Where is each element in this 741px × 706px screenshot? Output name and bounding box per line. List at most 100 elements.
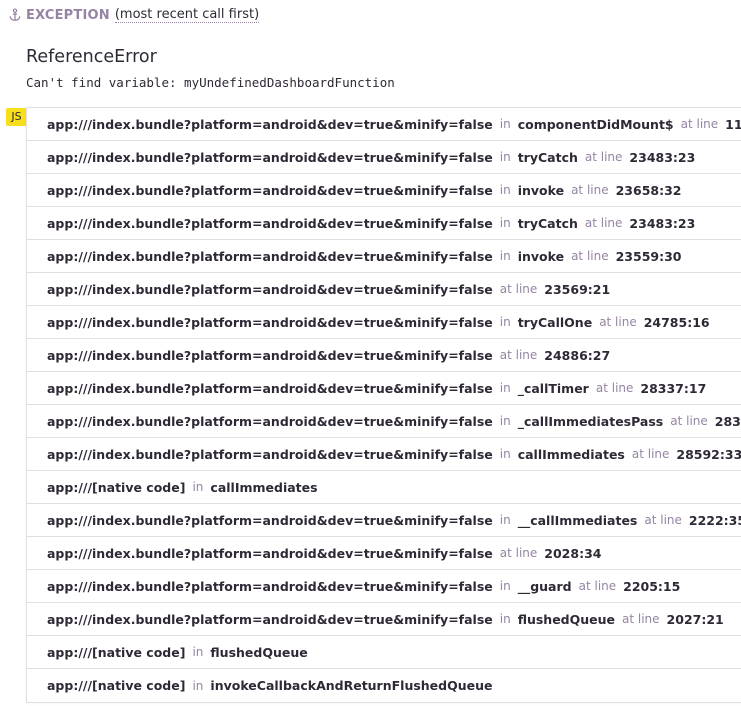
frame-function: callImmediates bbox=[517, 446, 625, 462]
frame-filename: app:///index.bundle?platform=android&dev… bbox=[47, 347, 493, 363]
frame-line-number: 23483:23 bbox=[629, 149, 696, 165]
frame-line-number: 28373:19 bbox=[714, 413, 741, 429]
frame-function: __callImmediates bbox=[517, 512, 638, 528]
error-message: Can't find variable: myUndefinedDashboar… bbox=[26, 75, 395, 90]
frame-filename: app:///[native code] bbox=[47, 479, 186, 495]
stack-frame-row[interactable]: app:///index.bundle?platform=android&dev… bbox=[27, 306, 741, 339]
frame-in-keyword: in bbox=[499, 249, 511, 263]
frame-filename: app:///index.bundle?platform=android&dev… bbox=[47, 380, 493, 396]
frame-line-number: 28337:17 bbox=[640, 380, 707, 396]
frame-filename: app:///index.bundle?platform=android&dev… bbox=[47, 446, 493, 462]
frame-at-line-keyword: at line bbox=[622, 612, 660, 626]
stack-order-toggle[interactable]: (most recent call first) bbox=[114, 7, 260, 23]
frame-in-keyword: in bbox=[499, 612, 511, 626]
frame-at-line-keyword: at line bbox=[499, 282, 538, 296]
frame-function: flushedQueue bbox=[517, 611, 616, 627]
frame-filename: app:///index.bundle?platform=android&dev… bbox=[47, 116, 493, 132]
frame-at-line-keyword: at line bbox=[680, 117, 719, 131]
frame-function: tryCallOne bbox=[517, 314, 593, 330]
frame-filename: app:///index.bundle?platform=android&dev… bbox=[47, 512, 493, 528]
frame-function: invoke bbox=[517, 248, 565, 264]
frame-in-keyword: in bbox=[192, 645, 204, 659]
frame-in-keyword: in bbox=[499, 117, 511, 131]
frame-line-number: 2028:34 bbox=[544, 545, 602, 561]
frame-filename: app:///index.bundle?platform=android&dev… bbox=[47, 248, 493, 264]
frame-at-line-keyword: at line bbox=[571, 249, 609, 263]
frame-at-line-keyword: at line bbox=[499, 348, 538, 362]
stack-frame-row[interactable]: app:///[native code] in callImmediates bbox=[27, 471, 741, 504]
frame-line-number: 28592:33 bbox=[676, 446, 741, 462]
stack-frame-list: app:///index.bundle?platform=android&dev… bbox=[26, 107, 741, 703]
stack-frame-row[interactable]: app:///index.bundle?platform=android&dev… bbox=[27, 240, 741, 273]
frame-line-number: 23559:30 bbox=[615, 248, 682, 264]
frame-line-number: 24785:16 bbox=[643, 314, 710, 330]
stack-frame-row[interactable]: app:///index.bundle?platform=android&dev… bbox=[27, 537, 741, 570]
frame-at-line-keyword: at line bbox=[644, 513, 682, 527]
frame-in-keyword: in bbox=[499, 447, 511, 461]
frame-line-number: 23658:32 bbox=[615, 182, 682, 198]
frame-filename: app:///[native code] bbox=[47, 678, 186, 693]
stack-frame-row[interactable]: app:///index.bundle?platform=android&dev… bbox=[27, 273, 741, 306]
exception-label: EXCEPTION bbox=[26, 7, 110, 23]
frame-line-number: 23569:21 bbox=[544, 281, 611, 297]
frame-at-line-keyword: at line bbox=[578, 579, 617, 593]
frame-filename: app:///index.bundle?platform=android&dev… bbox=[47, 545, 493, 561]
frame-filename: app:///index.bundle?platform=android&dev… bbox=[47, 215, 493, 231]
frame-line-number: 2222:35 bbox=[688, 512, 741, 528]
frame-in-keyword: in bbox=[499, 315, 511, 329]
frame-filename: app:///index.bundle?platform=android&dev… bbox=[47, 281, 493, 297]
frame-line-number: 2205:15 bbox=[623, 578, 681, 594]
stack-frame-row[interactable]: app:///index.bundle?platform=android&dev… bbox=[27, 570, 741, 603]
frame-line-number: 112104:45 bbox=[725, 116, 741, 132]
stack-frame-row[interactable]: app:///index.bundle?platform=android&dev… bbox=[27, 603, 741, 636]
frame-function: _callImmediatesPass bbox=[517, 413, 664, 429]
frame-function: callImmediates bbox=[210, 479, 318, 495]
frame-function: componentDidMount$ bbox=[517, 116, 674, 132]
stack-frame-row[interactable]: app:///index.bundle?platform=android&dev… bbox=[27, 108, 741, 141]
frame-in-keyword: in bbox=[499, 216, 511, 230]
stack-frame-row[interactable]: app:///index.bundle?platform=android&dev… bbox=[27, 438, 741, 471]
frame-at-line-keyword: at line bbox=[584, 216, 623, 230]
stack-frame-row[interactable]: app:///index.bundle?platform=android&dev… bbox=[27, 372, 741, 405]
frame-filename: app:///[native code] bbox=[47, 644, 186, 660]
frame-at-line-keyword: at line bbox=[599, 315, 637, 329]
frame-function: tryCatch bbox=[517, 149, 578, 165]
frame-function: tryCatch bbox=[517, 215, 578, 231]
frame-at-line-keyword: at line bbox=[499, 546, 538, 560]
frame-in-keyword: in bbox=[499, 150, 511, 164]
frame-in-keyword: in bbox=[192, 480, 204, 494]
frame-function: __guard bbox=[517, 578, 572, 594]
stack-frame-row[interactable]: app:///index.bundle?platform=android&dev… bbox=[27, 504, 741, 537]
frame-function: invokeCallbackAndReturnFlushedQueue bbox=[210, 678, 493, 693]
frame-in-keyword: in bbox=[499, 183, 511, 197]
anchor-icon[interactable] bbox=[8, 8, 22, 22]
stack-frame-row[interactable]: app:///[native code] in invokeCallbackAndR… bbox=[27, 669, 741, 702]
frame-in-keyword: in bbox=[499, 414, 511, 428]
stack-frame-row[interactable]: app:///index.bundle?platform=android&dev… bbox=[27, 174, 741, 207]
frame-at-line-keyword: at line bbox=[571, 183, 609, 197]
frame-filename: app:///index.bundle?platform=android&dev… bbox=[47, 413, 493, 429]
frame-function: _callTimer bbox=[517, 380, 589, 396]
frame-filename: app:///index.bundle?platform=android&dev… bbox=[47, 314, 493, 330]
frame-in-keyword: in bbox=[192, 678, 204, 693]
stack-frame-row[interactable]: app:///index.bundle?platform=android&dev… bbox=[27, 141, 741, 174]
frame-line-number: 24886:27 bbox=[544, 347, 611, 363]
stack-frame-row[interactable]: app:///index.bundle?platform=android&dev… bbox=[27, 339, 741, 372]
platform-badge: JS bbox=[6, 108, 27, 126]
frame-filename: app:///index.bundle?platform=android&dev… bbox=[47, 182, 493, 198]
exception-header: EXCEPTION (most recent call first) bbox=[8, 6, 260, 24]
stack-frame-row[interactable]: app:///[native code] in flushedQueue bbox=[27, 636, 741, 669]
frame-filename: app:///index.bundle?platform=android&dev… bbox=[47, 611, 493, 627]
frame-in-keyword: in bbox=[499, 381, 511, 395]
frame-at-line-keyword: at line bbox=[584, 150, 623, 164]
frame-filename: app:///index.bundle?platform=android&dev… bbox=[47, 149, 493, 165]
frame-at-line-keyword: at line bbox=[670, 414, 708, 428]
stack-frame-row[interactable]: app:///index.bundle?platform=android&dev… bbox=[27, 207, 741, 240]
stack-frame-row[interactable]: app:///index.bundle?platform=android&dev… bbox=[27, 405, 741, 438]
frame-in-keyword: in bbox=[499, 513, 511, 527]
frame-at-line-keyword: at line bbox=[631, 447, 670, 461]
error-type: ReferenceError bbox=[26, 47, 157, 67]
frame-function: flushedQueue bbox=[210, 644, 308, 660]
frame-line-number: 23483:23 bbox=[629, 215, 696, 231]
frame-in-keyword: in bbox=[499, 579, 511, 593]
